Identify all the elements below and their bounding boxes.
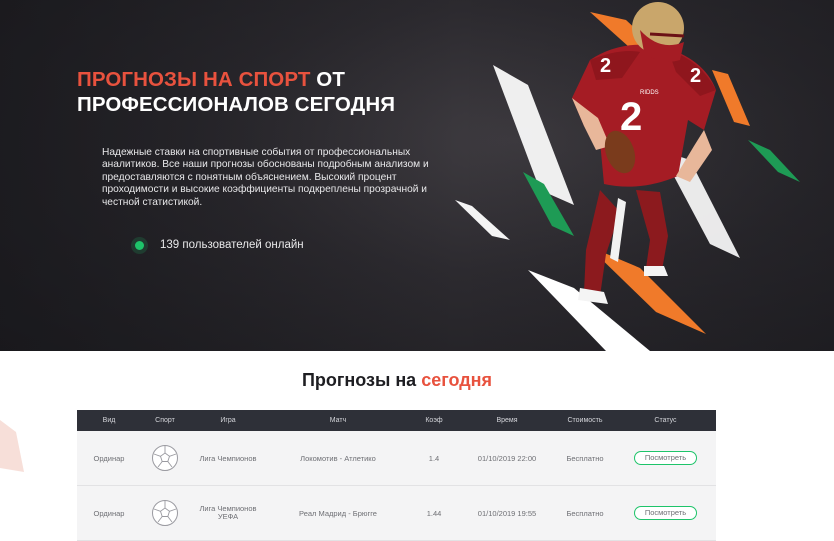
white-stripe-shape: [455, 200, 510, 240]
hero-title-line-2: профессионалов сегодня: [77, 93, 396, 116]
view-prediction-button[interactable]: Посмотреть: [633, 451, 698, 465]
jersey-shoulder-number-right: 2: [690, 65, 701, 87]
hero-title: Прогнозы на спорт от профессионалов сего…: [77, 67, 395, 117]
cell-coef: 1.44: [426, 508, 442, 518]
header-type: Вид: [102, 417, 116, 424]
jersey-lettering: RIDDS: [640, 90, 659, 96]
predictions-table: Вид Спорт Игра Матч Коэф Время Стоимость…: [77, 410, 716, 541]
view-prediction-button[interactable]: Посмотреть: [633, 506, 698, 520]
cell-league: Лига Чемпионов: [199, 453, 257, 463]
hero-title-accent: Прогнозы на спорт: [77, 68, 311, 91]
cell-status: Посмотреть: [615, 451, 716, 465]
decor-corner-shape: [0, 420, 24, 472]
cell-league: Лига Чемпионов УЕФА: [199, 504, 257, 521]
cell-sport: [141, 499, 189, 527]
header-game: Игра: [220, 417, 236, 424]
header-price: Стоимость: [567, 417, 603, 424]
table-header: Вид Спорт Игра Матч Коэф Время Стоимость…: [77, 410, 716, 431]
cell-type: Ординар: [93, 508, 125, 518]
online-status-dot-icon: [135, 240, 144, 250]
jersey-shoulder-number-left: 2: [600, 55, 611, 77]
football-player-image: 2 2 2 RIDDS: [572, 2, 716, 304]
header-coef: Коэф: [425, 417, 443, 424]
soccer-ball-icon: [152, 500, 178, 526]
cell-sport: [141, 444, 189, 472]
section-title: Прогнозы на сегодня: [0, 370, 794, 391]
cell-price: Бесплатно: [566, 508, 604, 518]
header-status: Статус: [654, 417, 677, 424]
header-time: Время: [496, 417, 518, 424]
cell-price: Бесплатно: [566, 453, 604, 463]
header-sport: Спорт: [155, 417, 175, 424]
table-row: Ординар Лига Чемпионов Локомотив - Атлет…: [77, 431, 716, 486]
section-title-main: Прогнозы на: [301, 370, 422, 390]
table-row: Ординар Лига Чемпионов УЕФА Реал Мадрид …: [77, 486, 716, 541]
cell-match: Локомотив - Атлетико: [300, 453, 376, 463]
cell-status: Посмотреть: [615, 506, 716, 520]
section-title-accent: сегодня: [421, 370, 493, 390]
online-users-text: 139 пользователей онлайн: [160, 239, 304, 251]
green-stripe-shape: [748, 140, 800, 182]
hero-banner: 2 2 2 RIDDS Прогнозы на спорт от професс…: [0, 0, 834, 351]
cell-time: 01/10/2019 22:00: [477, 453, 537, 463]
cell-match: Реал Мадрид - Брюгге: [299, 508, 377, 518]
header-match: Матч: [329, 417, 347, 424]
cell-type: Ординар: [93, 453, 125, 463]
jersey-number-text: 2: [620, 95, 642, 139]
cell-time: 01/10/2019 19:55: [477, 508, 537, 518]
cell-coef: 1.4: [428, 453, 440, 463]
orange-stripe-shape: [712, 70, 750, 126]
online-users-indicator: 139 пользователей онлайн: [131, 236, 304, 254]
soccer-ball-icon: [152, 445, 178, 471]
hero-description: Надежные ставки на спортивные события от…: [102, 147, 429, 208]
hero-title-rest: от: [310, 68, 345, 91]
